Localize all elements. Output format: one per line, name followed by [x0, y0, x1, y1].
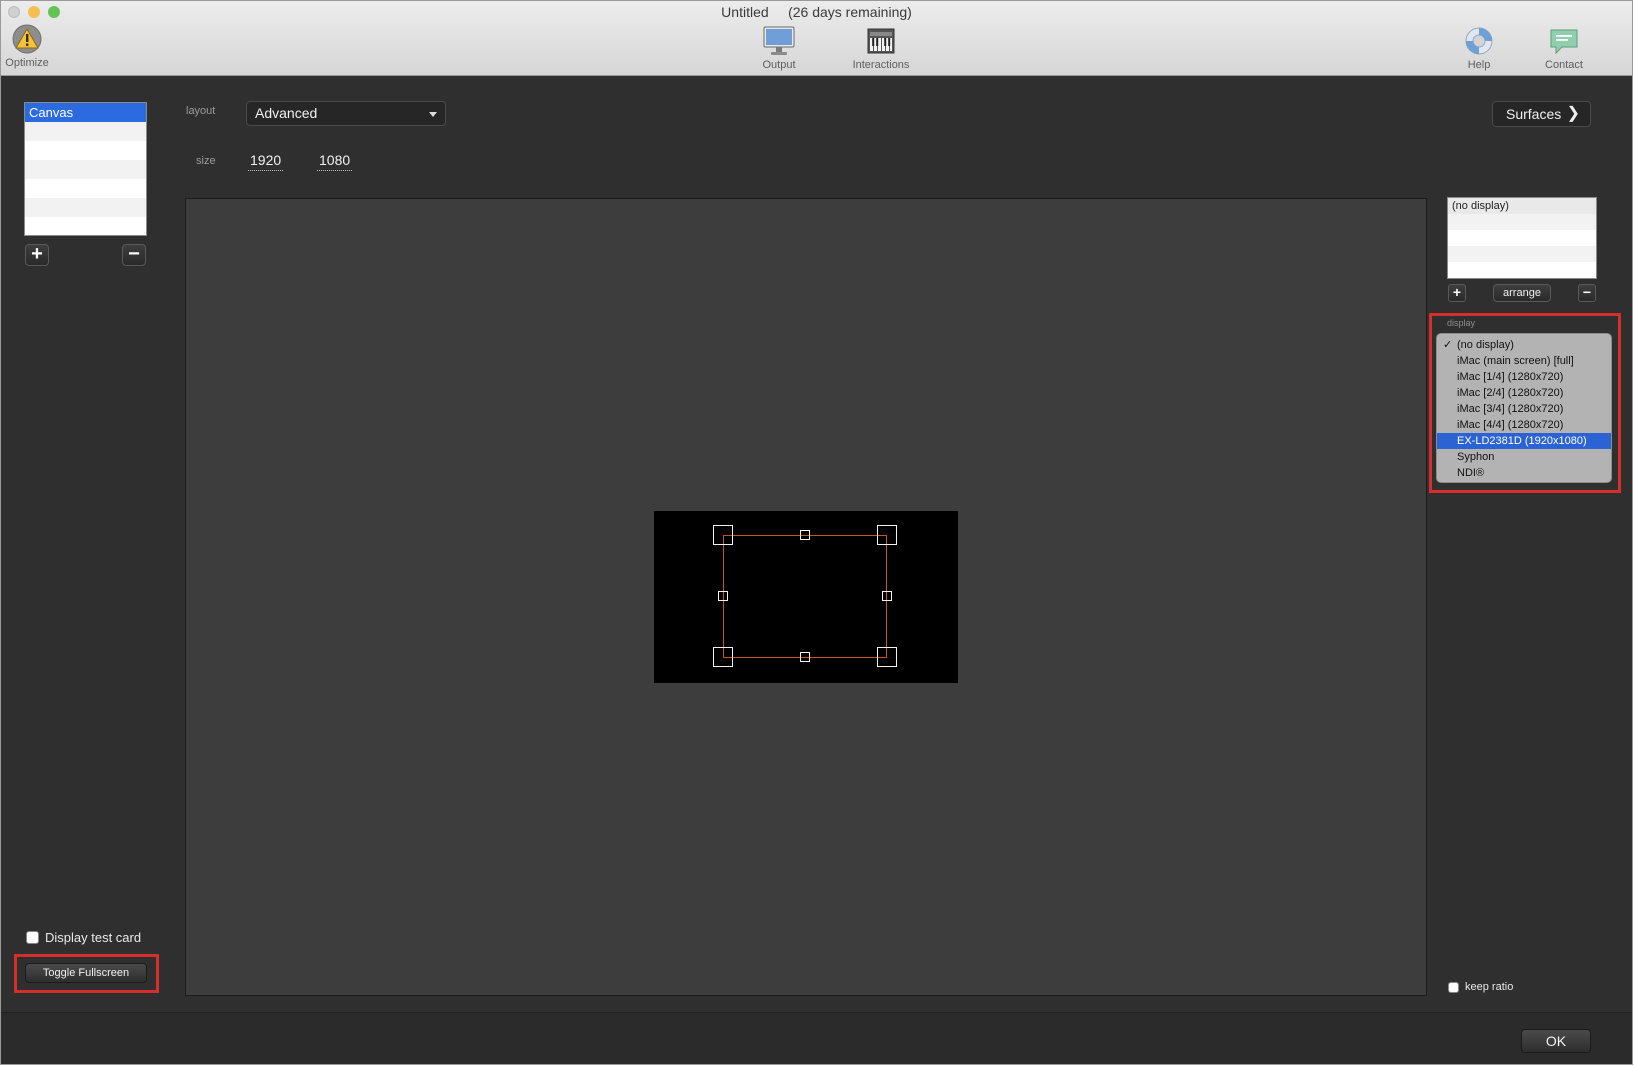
optimize-label: Optimize: [5, 57, 49, 69]
display-list-empty-row: [1448, 214, 1596, 230]
edge-handle-right[interactable]: [882, 591, 892, 601]
edge-handle-left[interactable]: [718, 591, 728, 601]
contact-label: Contact: [1545, 59, 1583, 71]
display-option-label: (no display): [1457, 339, 1514, 351]
display-option-imac-3-4[interactable]: iMac [3/4] (1280x720): [1437, 401, 1611, 417]
output-button[interactable]: Output: [751, 25, 807, 71]
keep-ratio-checkbox[interactable]: [1448, 981, 1459, 993]
window-title-text: Untitled: [721, 4, 769, 20]
display-test-card-label: Display test card: [45, 930, 142, 945]
keep-ratio-row[interactable]: keep ratio: [1448, 981, 1513, 993]
add-display-button[interactable]: +: [1448, 284, 1466, 302]
corner-handle-bottom-right[interactable]: [877, 647, 897, 667]
interactions-button[interactable]: Interactions: [839, 25, 923, 71]
warning-icon: [12, 24, 42, 54]
checkmark-icon: ✓: [1443, 339, 1453, 351]
window-title: Untitled (26 days remaining): [1, 4, 1632, 20]
corner-handle-top-left[interactable]: [713, 525, 733, 545]
display-option-ex-ld2381d[interactable]: EX-LD2381D (1920x1080): [1437, 433, 1611, 449]
canvas-list[interactable]: Canvas: [24, 102, 147, 236]
midi-keyboard-icon: [867, 28, 895, 54]
window-trial-remaining: (26 days remaining): [788, 4, 912, 20]
keep-ratio-label: keep ratio: [1465, 981, 1514, 993]
layout-select[interactable]: Advanced: [246, 101, 446, 126]
edge-handle-bottom[interactable]: [800, 652, 810, 662]
remove-display-button[interactable]: −: [1578, 284, 1596, 302]
mapping-quad[interactable]: [723, 535, 887, 658]
monitor-icon: [763, 26, 795, 55]
contact-button[interactable]: Contact: [1542, 25, 1586, 71]
display-test-card-row[interactable]: Display test card: [26, 930, 141, 945]
dropdown-caret-icon: [429, 112, 437, 117]
display-list-empty-row: [1448, 246, 1596, 262]
canvas-list-empty-row: [25, 179, 146, 198]
canvas-list-empty-row: [25, 141, 146, 160]
display-label: display: [1447, 318, 1476, 328]
canvas-list-item[interactable]: Canvas: [25, 103, 146, 122]
optimize-button[interactable]: Optimize: [4, 23, 50, 69]
toggle-fullscreen-button[interactable]: Toggle Fullscreen: [25, 963, 147, 983]
display-option-imac-1-4[interactable]: iMac [1/4] (1280x720): [1437, 369, 1611, 385]
size-height-field[interactable]: 1080: [317, 152, 353, 171]
layout-select-value: Advanced: [255, 105, 318, 121]
canvas-list-empty-row: [25, 198, 146, 217]
display-dropdown-menu[interactable]: ✓ (no display) iMac (main screen) [full] …: [1436, 333, 1612, 483]
display-option-syphon[interactable]: Syphon: [1437, 449, 1611, 465]
canvas-list-empty-row: [25, 217, 146, 235]
display-option-no-display[interactable]: ✓ (no display): [1437, 337, 1611, 353]
help-button[interactable]: Help: [1463, 25, 1495, 71]
edge-handle-top[interactable]: [800, 530, 810, 540]
footer-bar: [1, 1012, 1632, 1064]
corner-handle-top-right[interactable]: [877, 525, 897, 545]
mapping-window: Untitled (26 days remaining) Optimize Ou…: [0, 0, 1633, 1065]
display-list-empty-row: [1448, 262, 1596, 278]
interactions-label: Interactions: [852, 59, 910, 71]
add-canvas-button[interactable]: +: [25, 244, 49, 266]
surfaces-button[interactable]: Surfaces ❯: [1492, 101, 1591, 127]
arrange-button[interactable]: arrange: [1493, 284, 1551, 302]
remove-canvas-button[interactable]: −: [122, 244, 146, 266]
chevron-right-icon: ❯: [1566, 105, 1580, 122]
ok-button[interactable]: OK: [1521, 1029, 1591, 1053]
display-test-card-checkbox[interactable]: [26, 931, 39, 944]
toolbar: Untitled (26 days remaining) Optimize Ou…: [1, 1, 1632, 76]
canvas-list-empty-row: [25, 122, 146, 141]
display-list-item[interactable]: (no display): [1448, 198, 1596, 214]
help-label: Help: [1467, 59, 1491, 71]
display-option-imac-4-4[interactable]: iMac [4/4] (1280x720): [1437, 417, 1611, 433]
output-label: Output: [762, 59, 796, 71]
chat-bubble-icon: [1550, 29, 1578, 55]
canvas-list-empty-row: [25, 160, 146, 179]
display-list[interactable]: (no display): [1447, 197, 1597, 279]
display-option-imac-full[interactable]: iMac (main screen) [full]: [1437, 353, 1611, 369]
surfaces-button-label: Surfaces: [1506, 106, 1562, 122]
corner-handle-bottom-left[interactable]: [713, 647, 733, 667]
display-option-imac-2-4[interactable]: iMac [2/4] (1280x720): [1437, 385, 1611, 401]
display-list-empty-row: [1448, 230, 1596, 246]
display-option-ndi[interactable]: NDI®: [1437, 465, 1611, 481]
layout-label: layout: [186, 105, 216, 117]
size-width-field[interactable]: 1920: [248, 152, 284, 171]
size-label: size: [196, 155, 216, 167]
lifebuoy-icon: [1465, 27, 1493, 55]
